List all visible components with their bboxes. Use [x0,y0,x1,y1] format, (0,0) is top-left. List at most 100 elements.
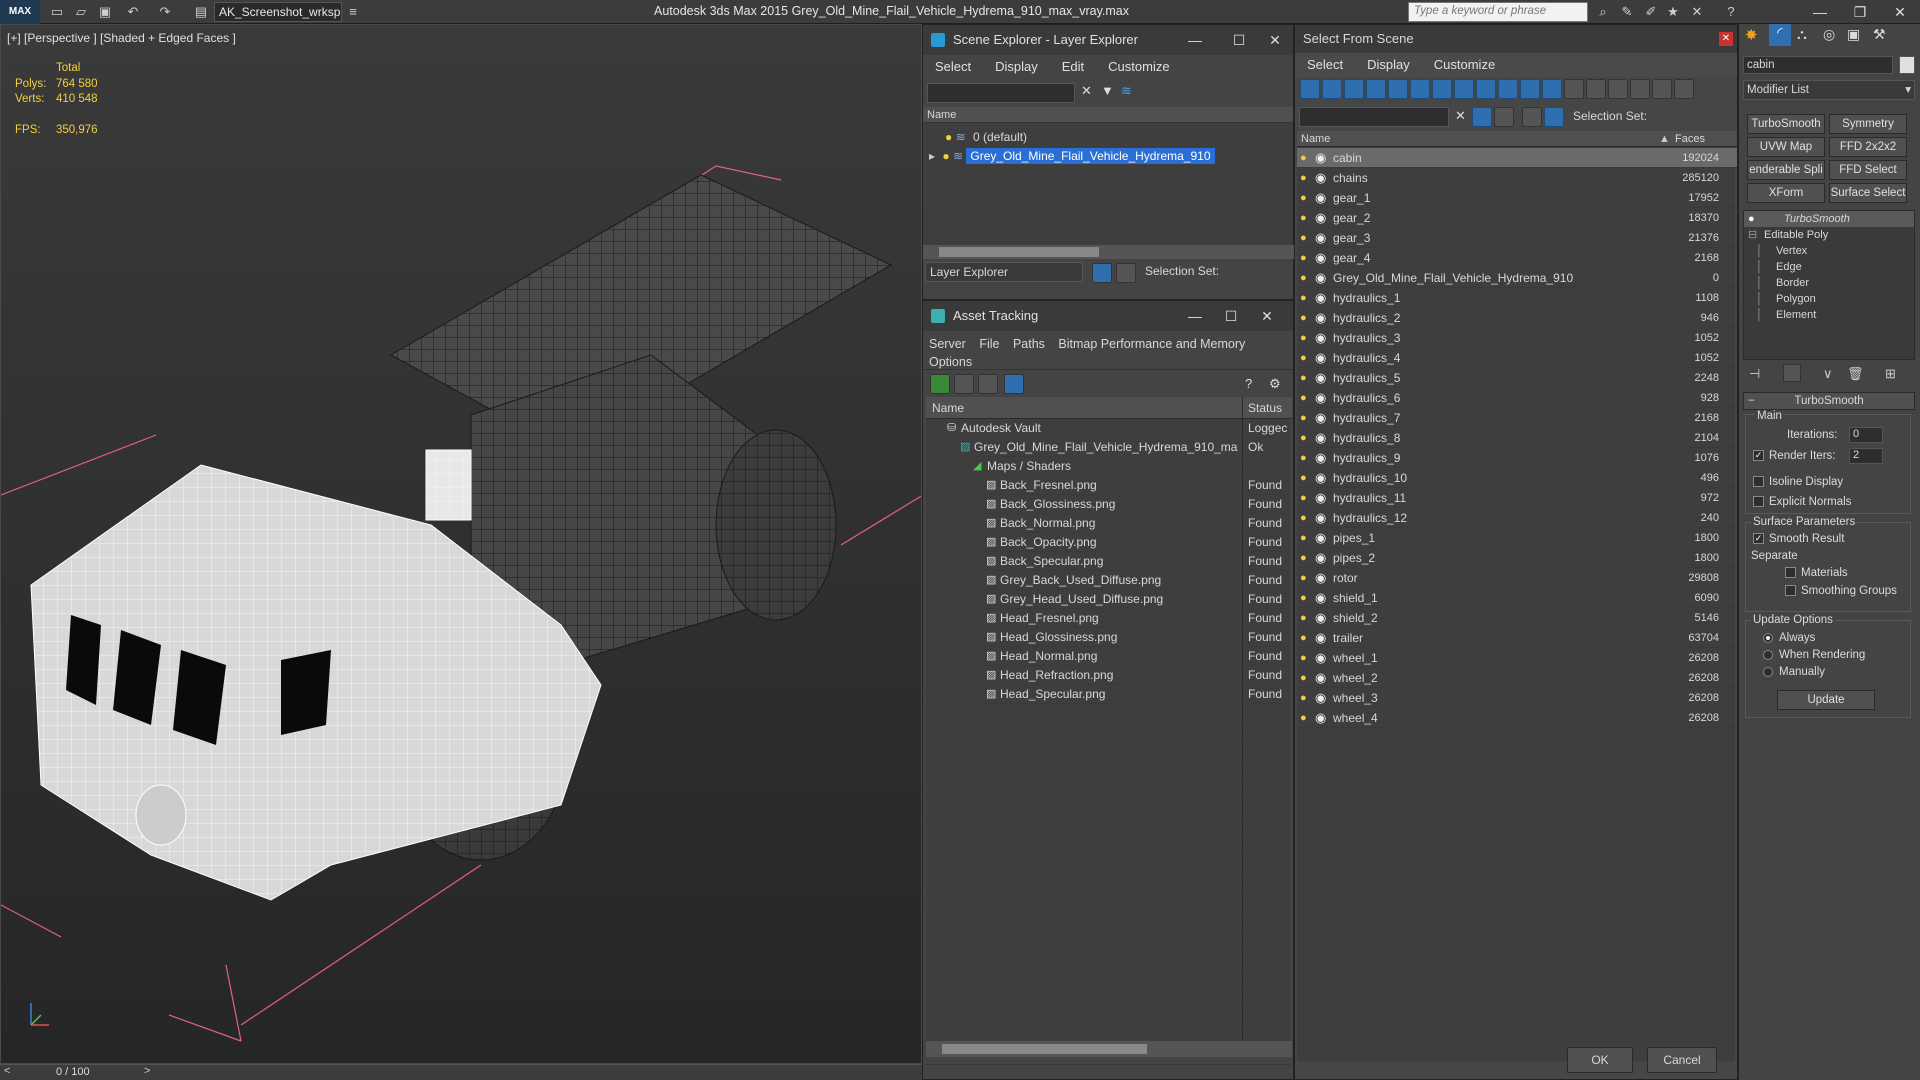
table-row[interactable]: ▨ Grey_Old_Mine_Flail_Vehicle_Hydrema_910… [926,438,1292,457]
bulb-icon[interactable]: ● [1300,188,1307,207]
filter-helpers-icon[interactable] [1388,79,1408,99]
remove-modifier-icon[interactable]: 🗑 [1847,366,1864,382]
perspective-viewport[interactable]: [+] [Perspective ] [Shaded + Edged Faces… [0,24,922,1064]
modifier-stack-item[interactable]: │ Border [1744,275,1914,291]
filter-xrefs-icon[interactable] [1454,79,1474,99]
explorer-type-dropdown[interactable]: Layer Explorer [925,262,1083,282]
menu-customize[interactable]: Customize [1096,55,1181,74]
menu-edit[interactable]: Edit [1050,55,1096,74]
list-item[interactable]: ● ◉ hydraulics_1 1108 [1297,288,1737,308]
list-item[interactable]: ● ◉ gear_2 18370 [1297,208,1737,228]
bulb-icon[interactable]: ● [1300,608,1307,627]
materials-checkbox[interactable] [1785,567,1802,579]
bulb-icon[interactable]: ● [1300,668,1307,687]
minimize-icon[interactable]: — [1177,301,1213,331]
table-row[interactable]: ▨ Head_Specular.png Found [926,685,1292,704]
bulb-icon[interactable]: ● [1300,448,1307,467]
list-item[interactable]: ● ◉ chains 285120 [1297,168,1737,188]
star-icon[interactable]: ★ [1664,3,1682,21]
new-file-icon[interactable]: ▭ [48,3,66,21]
columns-icon[interactable] [1674,79,1694,99]
bulb-icon[interactable]: ● [1300,288,1307,307]
show-end-result-icon[interactable] [1783,364,1801,382]
refresh-icon[interactable] [930,374,950,394]
table-row[interactable]: ▨ Back_Fresnel.png Found [926,476,1292,495]
smooth-result-checkbox[interactable]: ✓ [1753,533,1770,545]
close-icon[interactable]: ✕ [1257,25,1293,55]
list-item[interactable]: ● ◉ wheel_1 26208 [1297,648,1737,668]
search-input[interactable]: Type a keyword or phrase [1408,2,1588,22]
cancel-button[interactable]: Cancel [1647,1047,1717,1073]
filter-bones-icon[interactable] [1476,79,1496,99]
col-status[interactable]: Status [1248,397,1282,419]
bulb-icon[interactable]: ● [1300,428,1307,447]
ffd-2x2x2-button[interactable]: FFD 2x2x2 [1829,137,1907,157]
renderable-spline-button[interactable]: enderable Spli [1747,160,1825,180]
scene-explorer-titlebar[interactable]: Scene Explorer - Layer Explorer — ☐ ✕ [923,25,1293,55]
menu-select[interactable]: Select [923,55,983,74]
col-faces[interactable]: Faces [1675,131,1705,147]
open-folder-icon[interactable]: ▱ [72,3,90,21]
asset-tracking-titlebar[interactable]: Asset Tracking — ☐ ✕ [923,301,1293,331]
filter-spacewarps-icon[interactable] [1410,79,1430,99]
filter-shapes-icon[interactable] [1322,79,1342,99]
bulb-icon[interactable]: ● [1300,388,1307,407]
list-item[interactable]: ● ◉ hydraulics_10 496 [1297,468,1737,488]
expand-arrow-icon[interactable]: ▸ [929,149,935,163]
pin-stack-icon[interactable]: ⊣ [1749,366,1760,382]
bulb-icon[interactable]: ● [1300,168,1307,187]
bulb-icon[interactable]: ● [1300,508,1307,527]
project-icon[interactable]: ▤ [192,3,210,21]
menu-options[interactable]: Options [929,355,972,369]
column-header-name[interactable]: Name [923,107,1293,123]
list-item[interactable]: ● ◉ shield_2 5146 [1297,608,1737,628]
list-item[interactable]: ● ◉ gear_1 17952 [1297,188,1737,208]
uvw-map-button[interactable]: UVW Map [1747,137,1825,157]
turbosmooth-button[interactable]: TurboSmooth [1747,114,1825,134]
scrollbar-thumb[interactable] [939,247,1099,257]
horizontal-scrollbar[interactable] [926,1041,1292,1057]
render-iters-spinner[interactable]: 2 [1849,448,1883,464]
table-row[interactable]: ▨ Grey_Back_Used_Diffuse.png Found [926,571,1292,590]
bulb-icon[interactable]: ● [1300,648,1307,667]
display-tab-icon[interactable]: ▣ [1847,26,1860,43]
list-item[interactable]: ● ◉ wheel_4 26208 [1297,708,1737,728]
object-name-field[interactable]: cabin [1743,56,1893,74]
when-rendering-radio[interactable] [1763,649,1779,661]
table-row[interactable]: ▨ Grey_Head_Used_Diffuse.png Found [926,590,1292,609]
table-row[interactable]: ⛁ Autodesk Vault Loggec [926,419,1292,438]
configure-sets-icon[interactable]: ⊞ [1885,366,1896,382]
menu-server[interactable]: Server [929,337,966,351]
make-unique-icon[interactable]: ∨ [1823,366,1833,382]
menu-paths[interactable]: Paths [1013,337,1045,351]
select-none-icon[interactable] [1586,79,1606,99]
modifier-stack-item[interactable]: │ Polygon [1744,291,1914,307]
layer-row-vehicle[interactable]: ▸ ● ≋ Grey_Old_Mine_Flail_Vehicle_Hydrem… [929,147,1289,165]
hierarchy-icon[interactable] [1494,107,1514,127]
filter-geometry-icon[interactable] [1300,79,1320,99]
filter-containers-icon[interactable] [1498,79,1518,99]
smoothing-groups-checkbox[interactable] [1785,585,1802,597]
bulb-icon[interactable]: ● [1300,468,1307,487]
list-item[interactable]: ● ◉ cabin 192024 [1297,148,1737,168]
bulb-icon[interactable]: ● [1300,308,1307,327]
table-row[interactable]: ▨ Head_Refraction.png Found [926,666,1292,685]
filter-cameras-icon[interactable] [1366,79,1386,99]
list-item[interactable]: ● ◉ hydraulics_2 946 [1297,308,1737,328]
minimize-icon[interactable]: — [1177,25,1213,55]
surface-select-button[interactable]: Surface Select [1829,183,1907,203]
list-item[interactable]: ● ◉ gear_3 21376 [1297,228,1737,248]
vehicle-wireframe-model[interactable] [1,25,922,1064]
bulb-icon[interactable]: ● [1300,528,1307,547]
bulb-icon[interactable]: ● [1300,708,1307,727]
table-row[interactable]: ▨ Head_Glossiness.png Found [926,628,1292,647]
app-logo[interactable]: MAX [0,0,40,24]
table-row[interactable]: ▨ Back_Opacity.png Found [926,533,1292,552]
bulb-icon[interactable]: ● [1300,588,1307,607]
maximize-icon[interactable]: ☐ [1221,25,1257,55]
hierarchy-icon[interactable] [1116,263,1136,283]
clear-search-icon[interactable]: ✕ [1081,83,1092,99]
table-row[interactable]: ▨ Back_Normal.png Found [926,514,1292,533]
list-item[interactable]: ● ◉ hydraulics_9 1076 [1297,448,1737,468]
list-item[interactable]: ● ◉ rotor 29808 [1297,568,1737,588]
